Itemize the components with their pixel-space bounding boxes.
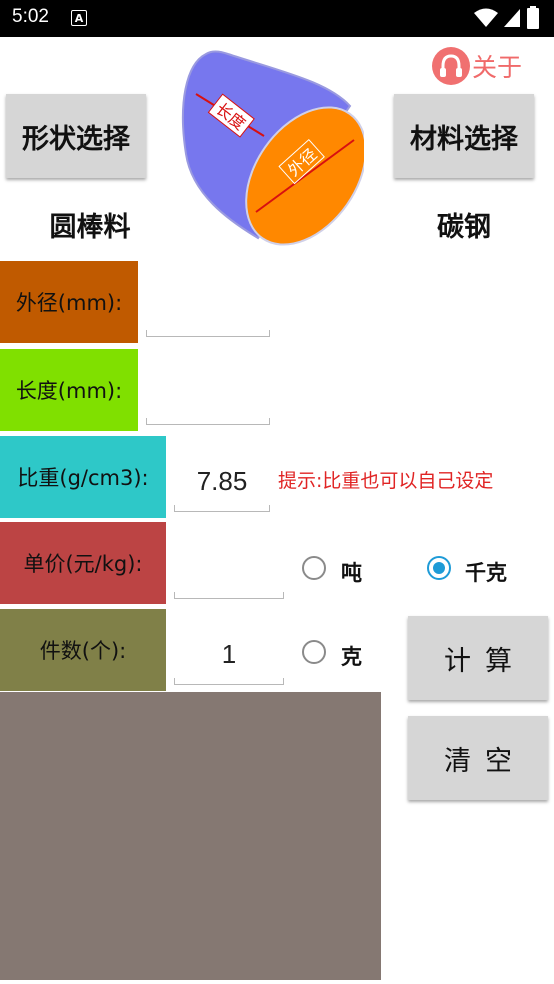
unit-kilogram-radio[interactable]: [427, 556, 451, 580]
signal-icon: [504, 9, 520, 27]
unit-ton-label: 吨: [341, 561, 362, 585]
quantity-input[interactable]: 1: [174, 634, 284, 685]
status-bar: 5:02 A: [0, 0, 554, 37]
calculate-button[interactable]: 计算: [408, 616, 548, 700]
unit-gram-radio[interactable]: [302, 640, 326, 664]
length-input[interactable]: [146, 374, 270, 425]
quantity-label: 件数(个):: [0, 609, 166, 691]
selected-material: 碳钢: [437, 212, 491, 243]
outer-diameter-input[interactable]: [146, 286, 270, 337]
unit-gram-label: 克: [341, 645, 362, 669]
clear-button[interactable]: 清空: [408, 716, 548, 800]
about-button[interactable]: 关于: [432, 46, 522, 86]
unit-ton-radio[interactable]: [302, 556, 326, 580]
density-hint: 提示:比重也可以自己设定: [278, 470, 494, 492]
about-label: 关于: [472, 53, 523, 82]
result-area: [0, 692, 381, 980]
battery-icon: [527, 6, 539, 29]
outer-diameter-label: 外径(mm):: [0, 261, 138, 343]
cylinder-diagram: 长度 外径: [181, 50, 364, 246]
density-label: 比重(g/cm3):: [0, 436, 166, 518]
unit-kilogram-label: 千克: [465, 561, 507, 585]
length-label-field: 长度(mm):: [0, 349, 138, 431]
shape-select-button[interactable]: 形状选择: [6, 94, 146, 178]
wifi-icon: [474, 8, 498, 27]
unit-price-label: 单价(元/kg):: [0, 522, 166, 604]
selected-shape: 圆棒料: [49, 212, 131, 243]
material-select-button[interactable]: 材料选择: [394, 94, 534, 178]
unit-price-input[interactable]: [174, 548, 284, 599]
headphones-icon: [432, 47, 470, 85]
notification-icon: A: [71, 10, 87, 26]
density-input[interactable]: 7.85: [174, 461, 270, 512]
status-time: 5:02: [12, 6, 49, 27]
